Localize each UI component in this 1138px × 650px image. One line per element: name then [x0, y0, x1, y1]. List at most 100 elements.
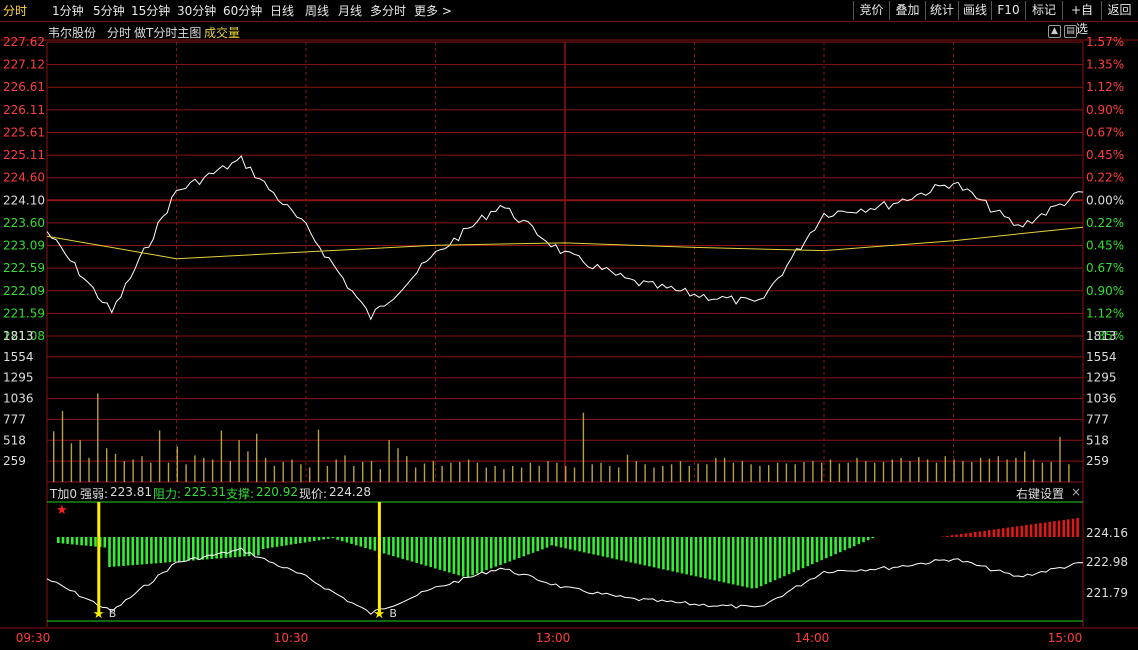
indicator-bar	[555, 537, 558, 547]
indicator-bar	[666, 537, 670, 571]
volume-bar	[626, 454, 629, 482]
volume-bar	[644, 464, 646, 482]
indicator-bar	[820, 537, 823, 561]
volume-bar	[123, 461, 125, 482]
indicator-bar	[1043, 522, 1047, 537]
volume-bar	[70, 443, 73, 482]
volume-tick-label: 518	[3, 433, 26, 447]
volume-bar	[291, 459, 293, 482]
indicator-bar	[182, 537, 186, 562]
indicator-bar	[671, 537, 674, 572]
volume-bar	[317, 429, 320, 482]
indicator-bar	[727, 537, 730, 584]
indicator-bar	[750, 537, 754, 589]
indicator-bar	[839, 537, 842, 553]
indicator-bar	[829, 537, 833, 557]
indicator-bar	[317, 537, 321, 541]
volume-bar	[670, 464, 673, 482]
volume-bar	[1068, 464, 1070, 482]
volume-bar	[909, 461, 911, 482]
volume-bar	[750, 464, 752, 482]
indicator-bar	[852, 537, 856, 547]
indicator-bar	[285, 537, 288, 546]
indicator-bar	[340, 537, 344, 542]
pct-tick-label: 0.45%	[1086, 148, 1124, 162]
indicator-bar	[708, 537, 712, 580]
volume-bar	[979, 457, 982, 482]
indicator-bar	[396, 537, 400, 558]
indicator-bar	[1067, 519, 1070, 537]
indicator-bar	[424, 537, 428, 566]
indicator-bar	[89, 537, 93, 547]
volume-bar	[256, 433, 258, 482]
indicator-bar	[587, 537, 591, 554]
indicator-bar	[950, 535, 954, 537]
indicator-bar	[834, 537, 837, 555]
volume-bar	[882, 461, 885, 482]
volume-bar	[971, 461, 973, 482]
volume-bar	[476, 462, 479, 482]
indicator-bar	[601, 537, 605, 557]
volume-bar	[723, 457, 726, 482]
volume-bar	[494, 465, 496, 482]
indicator-bar	[680, 537, 684, 574]
price-tick-label: 225.61	[3, 125, 45, 139]
indicator-bar	[801, 537, 805, 569]
indicator-bar	[694, 537, 698, 577]
price-tick-label: 226.11	[3, 103, 45, 117]
indicator-bar	[238, 537, 242, 557]
volume-bar	[203, 457, 205, 482]
indicator-bar	[629, 537, 633, 563]
indicator-bar	[825, 537, 828, 559]
price-tick-label: 225.11	[3, 148, 45, 162]
indicator-bar	[94, 537, 97, 547]
indicator-bar	[368, 537, 372, 550]
indicator-bar	[192, 537, 195, 561]
indicator-bar	[690, 537, 693, 576]
indicator-bar	[545, 537, 549, 548]
indicator-bar	[354, 537, 358, 546]
indicator-bar	[759, 537, 763, 587]
volume-bar	[1006, 459, 1008, 482]
indicator-bar	[108, 537, 111, 567]
indicator-bar	[522, 537, 526, 557]
indicator-bar	[122, 537, 125, 566]
volume-bar	[679, 461, 682, 482]
volume-bar	[211, 459, 214, 482]
volume-bar	[114, 453, 117, 482]
indicator-bar	[620, 537, 623, 561]
indicator-bar	[280, 537, 283, 547]
indicator-bar	[946, 535, 949, 537]
indicator-bar	[564, 537, 567, 549]
volume-bar	[79, 440, 81, 482]
volume-bar	[432, 461, 434, 482]
indicator-bar	[648, 537, 651, 567]
indicator-bar	[1039, 523, 1042, 537]
indicator-bar	[313, 537, 316, 541]
indicator-bar	[578, 537, 581, 552]
chart-canvas[interactable]: ★ B ★ B ★ 227.62 1.57% 227.12 1.35% 226.61 1.12% 2…	[0, 0, 1138, 650]
indicator-bar	[80, 537, 83, 546]
indicator-bar	[136, 537, 139, 565]
volume-bar	[238, 440, 240, 482]
volume-bar	[609, 465, 611, 482]
volume-bar	[300, 464, 302, 482]
indicator-bar	[327, 537, 330, 539]
volume-bar	[459, 461, 461, 482]
volume-bar	[935, 462, 938, 482]
volume-bar	[282, 461, 284, 482]
indicator-bar	[499, 537, 502, 565]
volume-bar	[926, 459, 929, 482]
volume-bar	[697, 463, 699, 482]
indicator-bar	[164, 537, 167, 563]
indicator-bar	[955, 534, 958, 537]
time-tick-label: 10:30	[274, 631, 309, 645]
indicator-bar	[196, 537, 200, 561]
pct-tick-label: 0.22%	[1086, 216, 1124, 230]
indicator-bar	[699, 537, 702, 578]
indicator-bar	[550, 537, 553, 546]
indicator-bar	[1025, 525, 1028, 537]
indicator-bar	[406, 537, 409, 561]
volume-bar	[379, 469, 381, 482]
indicator-bar	[848, 537, 851, 549]
